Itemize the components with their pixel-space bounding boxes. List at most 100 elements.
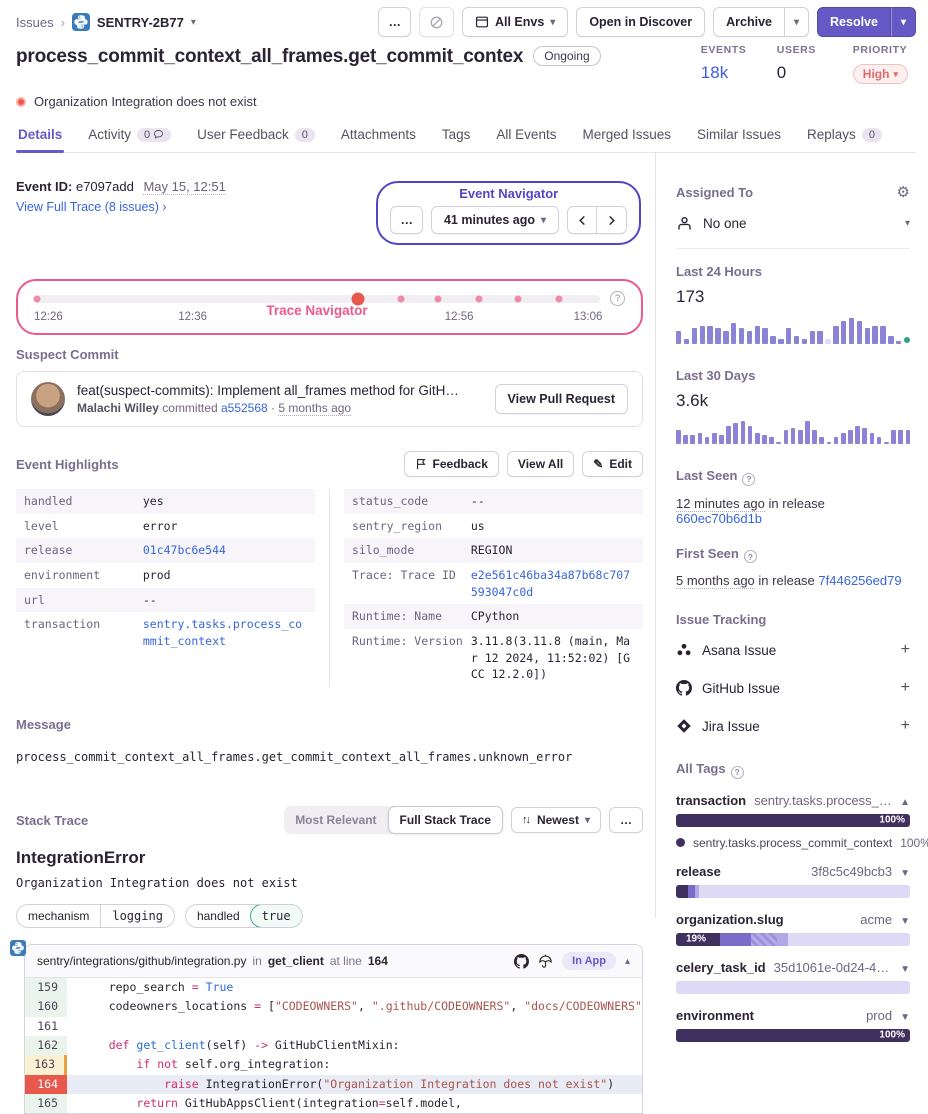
help-icon[interactable]: ? (744, 550, 757, 563)
add-issue-button[interactable]: + (901, 717, 910, 735)
tab-attachments[interactable]: Attachments (339, 123, 418, 152)
codecov-umbrella-icon[interactable] (538, 954, 553, 969)
tracking-item-label[interactable]: Asana Issue (702, 643, 776, 658)
highlight-row: status_code-- (344, 489, 643, 514)
commit-meta: Malachi Willey committed a552568 · 5 mon… (77, 401, 483, 415)
priority-badge[interactable]: High ▾ (853, 64, 908, 84)
help-icon[interactable]: ? (731, 766, 744, 779)
tag-header[interactable]: celery_task_id35d1061e-0d24-4258-…▼ (676, 960, 910, 975)
code-line[interactable]: 159 repo_search = True (25, 978, 642, 997)
gear-icon[interactable]: ⚙ (897, 183, 910, 201)
view-pull-request-button[interactable]: View Pull Request (495, 384, 628, 414)
trace-event-dot[interactable] (556, 295, 563, 302)
tag-distribution-bar[interactable]: 100% (676, 814, 910, 827)
tab-details[interactable]: Details (16, 123, 64, 152)
trace-event-dot[interactable] (476, 295, 483, 302)
event-date[interactable]: May 15, 12:51 (143, 179, 225, 195)
tag-distribution-bar[interactable] (676, 981, 910, 994)
commit-sha-link[interactable]: a552568 (221, 401, 268, 415)
archive-button[interactable]: Archive (713, 7, 785, 37)
chevron-down-icon: ▾ (905, 218, 910, 229)
tag-header[interactable]: organization.slugacme▼ (676, 912, 910, 927)
edit-button[interactable]: ✎ Edit (582, 451, 643, 477)
breadcrumb-issue-id[interactable]: SENTRY-2B77 (97, 15, 184, 30)
stat-value[interactable]: High ▾ (853, 63, 908, 84)
assignee-selector[interactable]: No one ▾ (676, 215, 910, 232)
commit-age[interactable]: 5 months ago (278, 401, 351, 416)
tag-header[interactable]: environmentprod▼ (676, 1008, 910, 1023)
tab-replays[interactable]: Replays0 (805, 123, 884, 152)
resolve-dropdown-button[interactable]: ▾ (891, 7, 916, 37)
trace-event-dot[interactable] (435, 295, 442, 302)
chevron-up-icon[interactable]: ▲ (900, 797, 910, 808)
tag-bar-segment (788, 933, 910, 946)
code-line[interactable]: 164 raise IntegrationError("Organization… (25, 1075, 642, 1094)
tag-distribution-bar[interactable]: 19% (676, 933, 910, 946)
highlight-value[interactable]: e2e561c46ba34a87b68c707593047c0d (471, 567, 635, 600)
frame-file-path[interactable]: sentry/integrations/github/integration.p… (37, 954, 246, 968)
tab-tags[interactable]: Tags (440, 123, 473, 152)
previous-event-button[interactable] (567, 206, 597, 234)
stack-more-button[interactable]: … (609, 807, 643, 833)
most-relevant-toggle[interactable]: Most Relevant (284, 807, 387, 833)
add-issue-button[interactable]: + (901, 679, 910, 697)
tag-distribution-bar[interactable]: 100% (676, 1029, 910, 1042)
open-in-discover-button[interactable]: Open in Discover (576, 7, 705, 37)
view-full-trace-link[interactable]: View Full Trace (8 issues) › (16, 200, 167, 214)
tab-similar-issues[interactable]: Similar Issues (695, 123, 783, 152)
highlight-value[interactable]: 01c47bc6e544 (143, 542, 307, 559)
trace-event-dot[interactable] (397, 295, 404, 302)
chart-bar (726, 426, 731, 444)
full-stack-trace-toggle[interactable]: Full Stack Trace (388, 806, 503, 834)
code-line[interactable]: 165 return GitHubAppsClient(integration=… (25, 1094, 642, 1113)
event-age-dropdown[interactable]: 41 minutes ago▾ (431, 206, 559, 234)
resolve-button[interactable]: Resolve (817, 7, 891, 37)
event-more-button[interactable]: … (390, 206, 423, 234)
chevron-down-icon[interactable]: ▾ (191, 17, 196, 28)
release-link[interactable]: 7f446256ed79 (818, 573, 901, 588)
release-link[interactable]: 660ec70b6d1b (676, 511, 762, 526)
breadcrumb-issues-link[interactable]: Issues (16, 15, 54, 30)
chevron-down-icon[interactable]: ▼ (900, 916, 910, 927)
tag-header[interactable]: release3f8c5c49bcb3▼ (676, 864, 910, 879)
stat-value[interactable]: 18k (701, 63, 749, 83)
tag-header[interactable]: transactionsentry.tasks.process_com…▲ (676, 793, 910, 808)
tab-activity[interactable]: Activity0 (86, 123, 173, 152)
line-number: 164 (25, 1075, 67, 1094)
tracking-item-label[interactable]: GitHub Issue (702, 681, 780, 696)
sort-newest-dropdown[interactable]: ↑↓Newest▾ (511, 807, 601, 833)
more-actions-button[interactable]: … (378, 7, 411, 37)
all-envs-dropdown[interactable]: All Envs▾ (462, 7, 568, 37)
code-line[interactable]: 163 if not self.org_integration: (25, 1055, 642, 1074)
help-icon[interactable]: ? (610, 291, 625, 306)
trace-timeline-track[interactable] (34, 295, 600, 303)
archive-dropdown-button[interactable]: ▾ (785, 7, 809, 37)
chart-bar (769, 437, 774, 444)
tab-user-feedback[interactable]: User Feedback0 (195, 123, 317, 152)
code-line[interactable]: 162 def get_client(self) -> GitHubClient… (25, 1036, 642, 1055)
help-icon[interactable]: ? (742, 473, 755, 486)
highlight-value[interactable]: sentry.tasks.process_commit_context (143, 616, 307, 649)
chevron-down-icon[interactable]: ▼ (900, 1012, 910, 1023)
stat-label: PRIORITY (853, 44, 908, 56)
trace-event-dot[interactable] (514, 295, 521, 302)
next-event-button[interactable] (597, 206, 627, 234)
divider (676, 248, 910, 249)
frame-header[interactable]: sentry/integrations/github/integration.p… (25, 945, 642, 978)
chevron-up-icon[interactable]: ▴ (625, 956, 630, 967)
tracking-item-label[interactable]: Jira Issue (702, 719, 760, 734)
chart-bar (733, 423, 738, 444)
tab-all-events[interactable]: All Events (494, 123, 558, 152)
tag-distribution-bar[interactable] (676, 885, 910, 898)
code-line[interactable]: 160 codeowners_locations = ["CODEOWNERS"… (25, 997, 642, 1016)
add-issue-button[interactable]: + (901, 641, 910, 659)
chevron-down-icon[interactable]: ▼ (900, 964, 910, 975)
chevron-down-icon[interactable]: ▼ (900, 868, 910, 879)
mute-button[interactable] (419, 7, 454, 37)
github-icon[interactable] (514, 954, 529, 969)
feedback-button[interactable]: Feedback (404, 451, 499, 477)
trace-event-dot[interactable] (33, 295, 40, 302)
code-line[interactable]: 161 (25, 1017, 642, 1036)
view-all-button[interactable]: View All (507, 451, 574, 477)
tab-merged-issues[interactable]: Merged Issues (580, 123, 673, 152)
